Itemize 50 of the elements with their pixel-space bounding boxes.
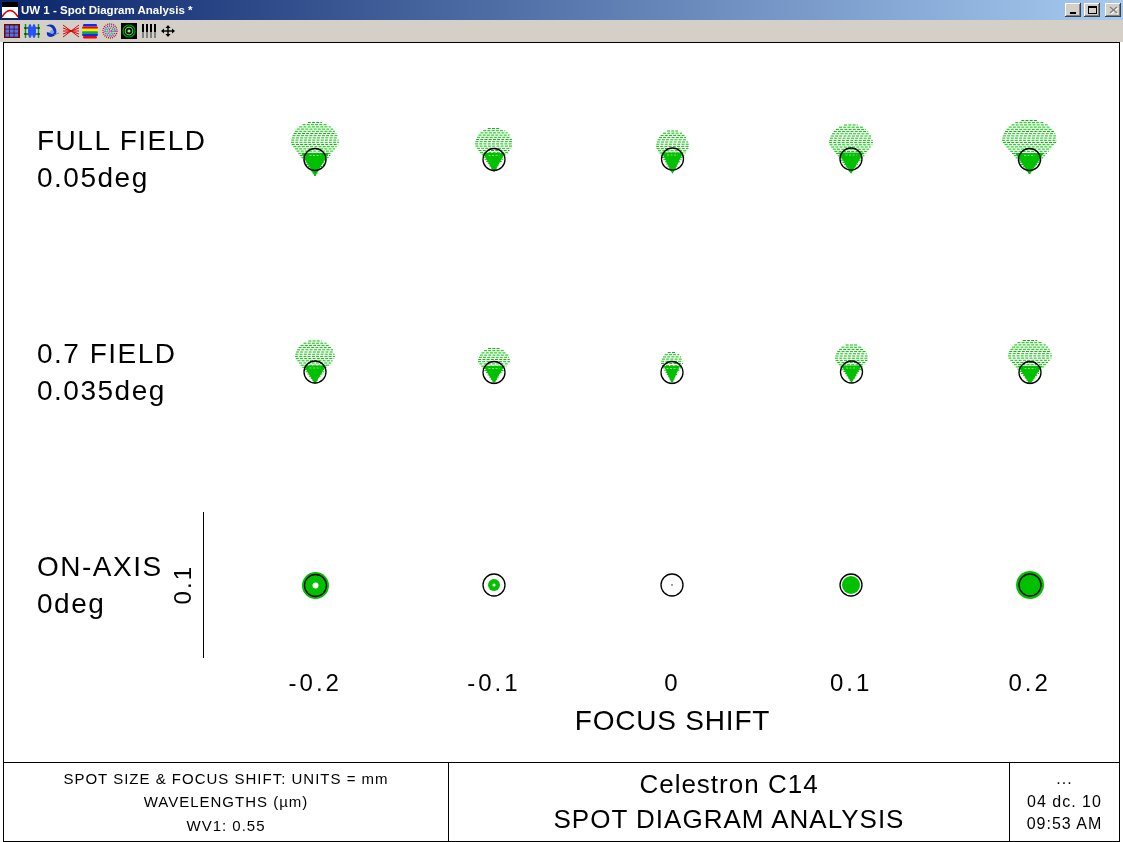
date-time-text: 09:53 AM	[1026, 814, 1103, 835]
color-bands-icon[interactable]	[82, 23, 98, 39]
close-icon	[1108, 6, 1118, 14]
spot-diagram	[839, 573, 864, 597]
field-label: ON-AXIS	[37, 550, 163, 584]
bars-icon[interactable]	[140, 23, 157, 39]
units-note: WAVELENGTHS (µm)	[143, 792, 309, 813]
minimize-button[interactable]	[1065, 3, 1081, 17]
spot-diagram	[295, 340, 336, 384]
spot-diagram	[291, 121, 340, 176]
maximize-icon	[1087, 6, 1097, 14]
report-title: SPOT DIAGRAM ANALYSIS	[553, 803, 905, 836]
grid-icon[interactable]	[4, 23, 20, 39]
field-label: FULL FIELD	[37, 124, 207, 158]
ring-target-icon[interactable]	[121, 23, 137, 39]
spot-diagram	[660, 351, 685, 384]
units-note: SPOT SIZE & FOCUS SHIFT: UNITS = mm	[63, 768, 389, 789]
lens-icon[interactable]	[23, 23, 40, 39]
focus-shift-label: 0	[664, 669, 681, 697]
field-angle: 0deg	[37, 587, 107, 621]
focus-shift-label: 0.2	[1008, 669, 1051, 697]
spot-diagram	[301, 571, 329, 599]
field-angle: 0.05deg	[37, 161, 150, 195]
focus-shift-label: -0.2	[288, 669, 342, 697]
spot-diagram	[1015, 571, 1044, 599]
spot-diagram	[481, 573, 506, 597]
focus-shift-label: -0.1	[467, 669, 521, 697]
app-icon	[2, 2, 18, 18]
field-label: 0.7 FIELD	[37, 337, 177, 371]
focus-shift-label: 0.1	[829, 669, 873, 697]
date-time-text: ...	[1056, 769, 1073, 790]
spot-diagram	[477, 347, 510, 384]
spot-diagram	[834, 344, 868, 384]
spot-diagram	[1007, 339, 1052, 384]
report-title: Celestron C14	[639, 768, 819, 801]
scale-label: 0.1	[171, 565, 195, 605]
spot-diagram	[660, 573, 685, 597]
field-angle: 0.035deg	[37, 374, 167, 408]
spot-diagram	[1002, 119, 1058, 174]
spot-diagram	[656, 130, 689, 174]
dotted-rings-icon[interactable]	[101, 23, 118, 39]
move-icon[interactable]	[160, 23, 176, 39]
spot-diagram	[474, 127, 513, 172]
maximize-button[interactable]	[1084, 3, 1100, 17]
window-title: UW 1 - Spot Diagram Analysis *	[21, 3, 194, 17]
axis-title: FOCUS SHIFT	[574, 705, 771, 737]
ray-fan-icon[interactable]	[62, 23, 79, 39]
date-time-text: 04 dc. 10	[1027, 791, 1102, 812]
spot-diagram	[829, 124, 874, 174]
units-note: WV1: 0.55	[186, 815, 266, 836]
